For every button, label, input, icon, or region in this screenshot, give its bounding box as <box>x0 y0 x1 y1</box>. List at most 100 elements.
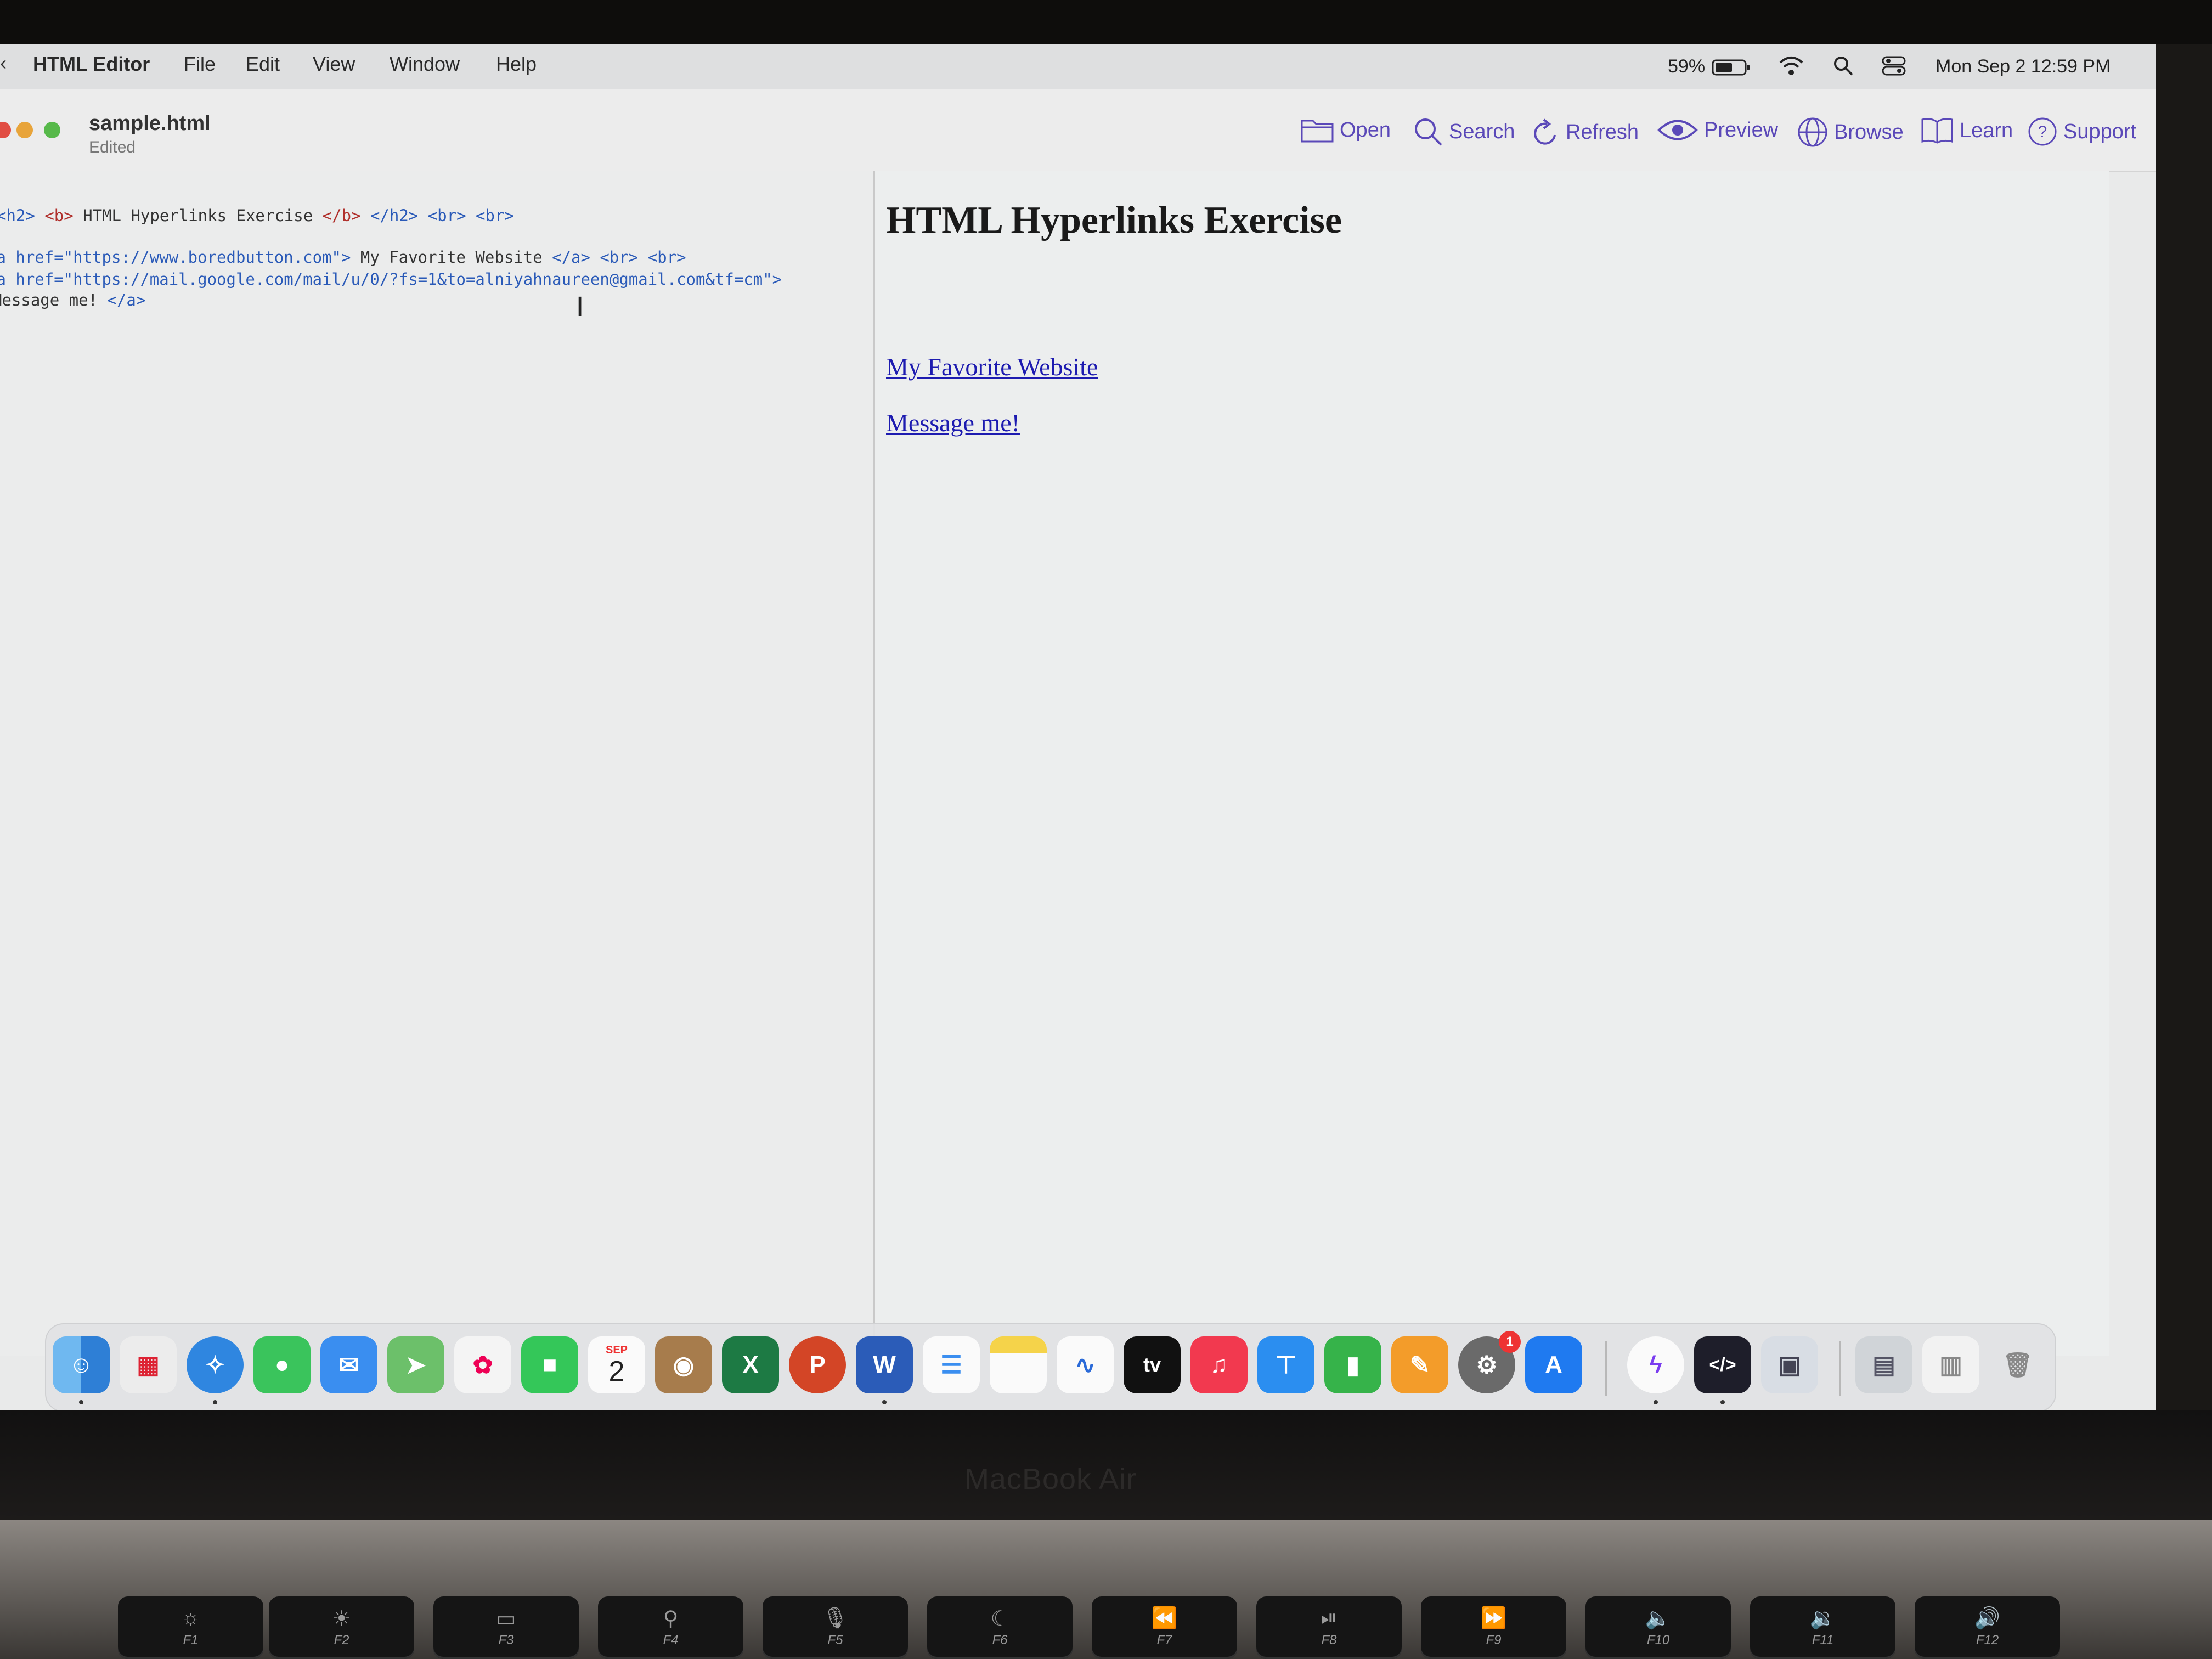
messenger-icon[interactable]: ϟ <box>1627 1336 1684 1393</box>
launchpad-icon[interactable]: ▦ <box>120 1336 177 1393</box>
appletv-label: tv <box>1143 1353 1161 1376</box>
finder-icon[interactable]: ☺ <box>53 1336 110 1393</box>
laptop-bezel-top <box>0 0 2212 44</box>
powerpoint-icon[interactable]: P <box>789 1336 846 1393</box>
zoom-window-button[interactable] <box>44 122 60 138</box>
f12-key[interactable]: 🔊 F12 <box>1915 1596 2060 1659</box>
system-settings-icon[interactable]: ⚙ 1 <box>1458 1331 1521 1393</box>
search-icon <box>1415 119 1442 146</box>
f1-key[interactable]: ☼ F1 <box>118 1596 263 1659</box>
refresh-label: Refresh <box>1566 120 1639 144</box>
dock-separator <box>1839 1341 1841 1396</box>
code-line-3[interactable]: <a href="https://mail.google.com/mail/u/… <box>0 270 782 289</box>
code-editor[interactable]: <h2> <b> HTML Hyperlinks Exercise </b> <… <box>0 171 875 1356</box>
preview-button[interactable]: Preview <box>1657 116 1778 144</box>
wifi-icon[interactable] <box>1778 55 1805 82</box>
eye-icon <box>1657 120 1698 140</box>
html-editor-icon[interactable]: </> <box>1694 1336 1751 1393</box>
learn-label: Learn <box>1960 119 2013 142</box>
trash-icon[interactable]: 🗑 <box>1989 1336 2046 1393</box>
search-button[interactable]: Search <box>1413 116 1515 147</box>
control-center-icon[interactable] <box>1882 55 1906 82</box>
documents-stack-icon[interactable]: ▥ <box>1922 1336 1979 1393</box>
menu-clock[interactable]: Mon Sep 2 12:59 PM <box>1936 56 2111 77</box>
preview-label: Preview <box>1704 118 1779 142</box>
music-icon[interactable]: ♫ <box>1190 1336 1248 1393</box>
preview-link-favorite-website[interactable]: My Favorite Website <box>886 352 1098 381</box>
minimize-window-button[interactable] <box>16 122 33 138</box>
laptop-model-label: MacBook Air <box>964 1463 1137 1496</box>
refresh-icon <box>1534 119 1556 145</box>
numbers-icon[interactable]: ▮ <box>1324 1336 1381 1393</box>
downloads-stack-icon[interactable]: ▤ <box>1855 1336 1912 1393</box>
book-icon <box>1921 118 1953 144</box>
document-title: sample.html <box>89 112 211 135</box>
f8-key[interactable]: ⏯ F8 <box>1256 1596 1402 1659</box>
reminders-icon[interactable]: ☰ <box>923 1336 980 1393</box>
browse-label: Browse <box>1834 120 1904 144</box>
preview-pane: HTML Hyperlinks Exercise My Favorite Web… <box>875 171 2109 1356</box>
f7-key[interactable]: ⏪ F7 <box>1092 1596 1237 1659</box>
contacts-icon[interactable]: ◉ <box>655 1336 712 1393</box>
refresh-button[interactable]: Refresh <box>1532 116 1639 148</box>
mail-icon[interactable]: ✉ <box>320 1336 377 1393</box>
calendar-icon[interactable]: SEP 2 <box>588 1336 645 1393</box>
menu-edit[interactable]: Edit <box>246 53 280 76</box>
preview-link-message-me[interactable]: Message me! <box>886 408 1020 437</box>
help-icon: ? <box>2028 117 2057 146</box>
menu-window[interactable]: Window <box>390 53 460 76</box>
folder-icon <box>1301 120 1334 143</box>
facetime-icon[interactable]: ■ <box>521 1336 578 1393</box>
battery-icon[interactable] <box>1712 58 1751 82</box>
safari-icon[interactable]: ✧ <box>187 1336 244 1393</box>
support-button[interactable]: ? Support <box>2027 116 2136 147</box>
f4-key[interactable]: ⚲ F4 <box>598 1596 743 1659</box>
dock-running-indicator <box>1654 1400 1658 1404</box>
f3-key[interactable]: ▭ F3 <box>433 1596 579 1659</box>
freeform-icon[interactable]: ∿ <box>1057 1336 1114 1393</box>
f9-key[interactable]: ⏩ F9 <box>1421 1596 1566 1659</box>
code-line-4[interactable]: Message me! </a> <box>0 291 145 309</box>
preview-heading: HTML Hyperlinks Exercise <box>886 199 1342 241</box>
menu-help[interactable]: Help <box>496 53 537 76</box>
text-cursor-icon: I <box>576 292 584 323</box>
preview-icon[interactable]: ▣ <box>1761 1336 1818 1393</box>
menu-view[interactable]: View <box>313 53 355 76</box>
dock-running-indicator <box>213 1400 217 1404</box>
maps-icon[interactable]: ➤ <box>387 1336 444 1393</box>
excel-icon[interactable]: X <box>722 1336 779 1393</box>
keynote-icon[interactable]: ⊤ <box>1257 1336 1314 1393</box>
dock-separator <box>1605 1341 1607 1396</box>
dock-running-indicator <box>79 1400 83 1404</box>
appletv-icon[interactable]: tv <box>1124 1336 1181 1393</box>
f6-key[interactable]: ☾ F6 <box>927 1596 1073 1659</box>
code-line-2[interactable]: <a href="https://www.boredbutton.com"> M… <box>0 248 686 267</box>
calendar-day: 2 <box>608 1355 625 1387</box>
spotlight-search-icon[interactable] <box>1832 55 1854 82</box>
f11-key[interactable]: 🔉 F11 <box>1750 1596 1895 1659</box>
screen: ‹ HTML Editor File Edit View Window Help… <box>0 44 2156 1410</box>
word-icon[interactable]: W <box>856 1336 913 1393</box>
battery-percent: 59% <box>1668 56 1706 77</box>
code-line-1[interactable]: <h2> <b> HTML Hyperlinks Exercise </b> <… <box>0 206 514 225</box>
browse-button[interactable]: Browse <box>1797 116 1904 148</box>
messages-icon[interactable]: ● <box>253 1336 311 1393</box>
f2-key[interactable]: ☀ F2 <box>269 1596 414 1659</box>
notes-icon[interactable] <box>990 1336 1047 1393</box>
function-key-row: ☼ F1 ☀ F2 ▭ F3 ⚲ F4 🎙 F5 ☾ F6 ⏪ F7 ⏯ F8 ⏩ F9 🔈 F10… <box>0 1596 2212 1659</box>
f5-key[interactable]: 🎙 F5 <box>763 1596 908 1659</box>
support-label: Support <box>2063 120 2137 143</box>
menu-file[interactable]: File <box>184 53 216 76</box>
search-label: Search <box>1449 120 1515 143</box>
photos-icon[interactable]: ✿ <box>454 1336 511 1393</box>
dock-running-indicator <box>882 1400 887 1404</box>
apple-menu-icon[interactable]: ‹ <box>0 52 7 75</box>
open-button[interactable]: Open <box>1300 116 1391 144</box>
close-window-button[interactable] <box>0 122 11 138</box>
learn-button[interactable]: Learn <box>1920 116 2013 145</box>
pages-icon[interactable]: ✎ <box>1391 1336 1448 1393</box>
svg-text:?: ? <box>2038 123 2047 141</box>
menu-app-name[interactable]: HTML Editor <box>33 53 150 76</box>
app-store-icon[interactable]: A <box>1525 1336 1582 1393</box>
f10-key[interactable]: 🔈 F10 <box>1585 1596 1731 1659</box>
